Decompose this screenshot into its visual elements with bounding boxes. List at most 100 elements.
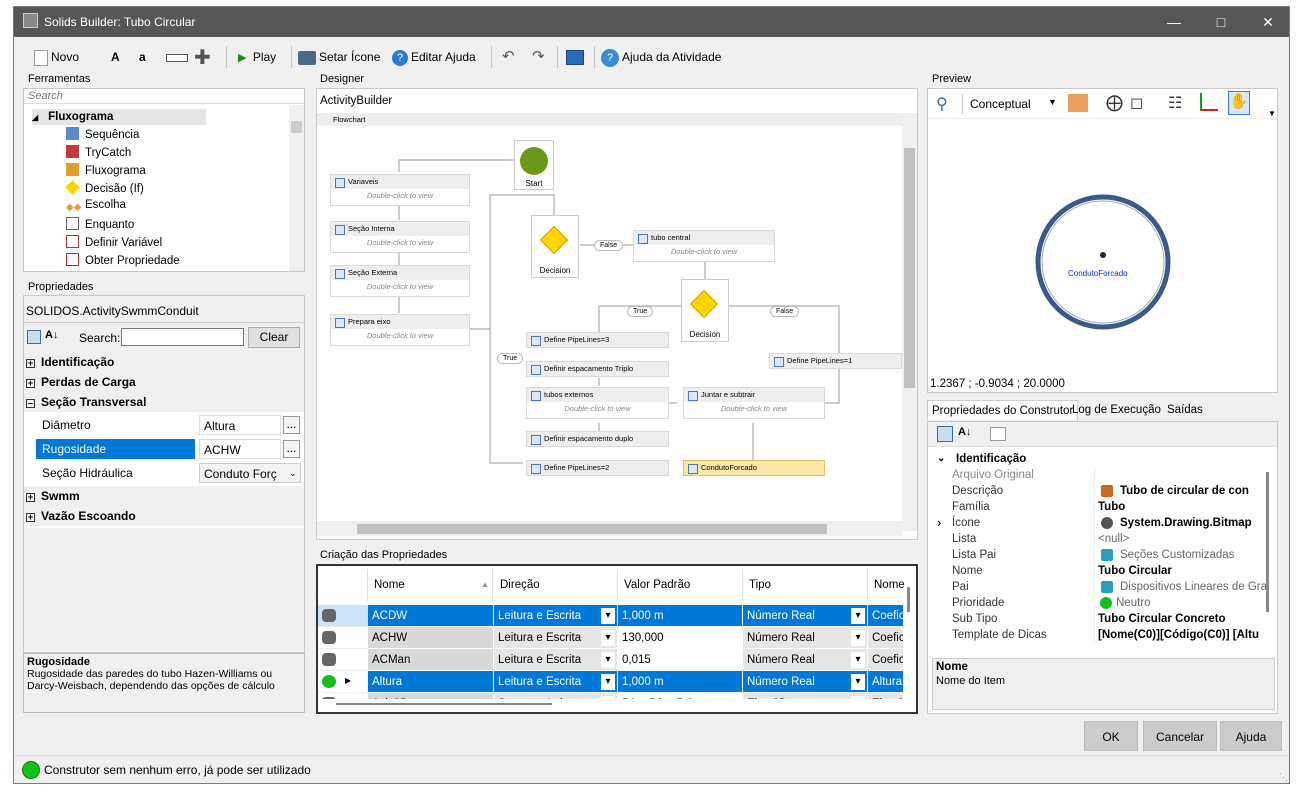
ferramentas-search-input[interactable] (24, 89, 304, 104)
construtor-row[interactable]: › Ícone System.Drawing.Bitmap (928, 515, 1277, 531)
node-define3[interactable]: Define PipeLines=3 (526, 332, 669, 348)
node-prepara-eixo[interactable]: Prepara eixo Double-click to view (330, 314, 470, 346)
cell-nome[interactable]: Axis2D (368, 693, 494, 699)
construtor-row[interactable]: Lista <null> (928, 531, 1277, 547)
criacao-hscrollbar[interactable] (336, 703, 552, 705)
rugosidade-value[interactable]: ACHW (199, 439, 281, 459)
tree-item-sequencia[interactable]: Sequência (66, 127, 139, 141)
construtor-row[interactable]: Template de Dicas [Nome(C0)][Código(C0)] … (928, 627, 1277, 643)
tree-item-enquanto[interactable]: Enquanto (66, 217, 134, 231)
node-def-triplo[interactable]: Definir espacamento Triplo (526, 361, 669, 377)
cell-tipo[interactable]: Número Real (743, 627, 868, 649)
construtor-row[interactable]: Arquivo Original (928, 467, 1277, 483)
dropdown-arrow-icon[interactable]: ▼ (1048, 97, 1057, 107)
designer-vscrollbar[interactable] (902, 113, 917, 531)
node-secao-externa[interactable]: Seção Externa Double-click to view (330, 265, 470, 297)
tree-item-definir-variavel[interactable]: Definir Variável (66, 235, 162, 249)
prop-row-secao-hidraulica[interactable]: Seção Hidráulica Conduto Forç ⌄ (24, 463, 304, 483)
projection-icon[interactable]: ☷ (1168, 93, 1182, 113)
tree-item-escolha[interactable]: ◆◆ Escolha (66, 199, 126, 215)
dropdown-arrow-icon[interactable]: ▾ (601, 696, 615, 699)
cell-tipo[interactable]: Número Real (743, 605, 868, 627)
construtor-row[interactable]: Nome Tubo Circular (928, 563, 1277, 579)
criacao-vscrollbar[interactable] (904, 569, 914, 709)
cell-dir[interactable]: Leitura e Escrita (494, 605, 618, 627)
header-nome[interactable]: Nome (368, 569, 493, 601)
a-lower-button[interactable]: a (139, 47, 146, 67)
node-define1[interactable]: Define PipeLines=1 (769, 353, 902, 369)
undo-icon[interactable]: ↶ (502, 47, 515, 67)
dropdown-arrow-icon[interactable]: ▾ (601, 674, 615, 690)
header-direcao[interactable]: Direção (494, 569, 618, 601)
cell-extra[interactable]: Coefic (868, 627, 904, 649)
secao-hidraulica-select[interactable]: Conduto Forç (199, 463, 301, 483)
sort-az-icon[interactable]: A↓ (45, 329, 58, 341)
propriedades-search-input[interactable] (121, 328, 244, 346)
pan-hand-icon[interactable]: ✋ (1228, 91, 1250, 115)
cell-dir[interactable]: Somente Leitura (494, 693, 618, 699)
dropdown-arrow-icon[interactable]: ▾ (601, 630, 615, 646)
construtor-row[interactable]: Lista Pai Seções Customizadas (928, 547, 1277, 563)
group-identificacao[interactable]: + Identificação (24, 352, 304, 372)
group-swmm[interactable]: + Swmm (24, 486, 304, 506)
prop-row-diametro[interactable]: Diâmetro Altura... (24, 415, 304, 435)
tab-log-execucao[interactable]: Log de Execução (1068, 400, 1165, 420)
cancelar-button[interactable]: Cancelar (1143, 721, 1217, 751)
maximize-button[interactable]: □ (1198, 7, 1244, 37)
sort-az-icon[interactable]: A↓ (958, 426, 971, 438)
tab-propriedades-construtor[interactable]: Propriedades do Construtor (927, 400, 1079, 420)
node-variaveis[interactable]: Variaveis Double-click to view (330, 174, 470, 206)
group-vazao-escoando[interactable]: + Vazão Escoando (24, 506, 304, 526)
header-valor-padrao[interactable]: Valor Padrão (618, 569, 743, 601)
cell-valor[interactable]: 0,015 (618, 649, 743, 671)
start-node[interactable]: Start (514, 140, 554, 190)
cell-dir[interactable]: Leitura e Escrita (494, 649, 618, 671)
ajuda-button[interactable]: Ajuda (1220, 721, 1282, 751)
construtor-group[interactable]: ⌄ Identificação (928, 451, 1277, 467)
node-tubos-externos[interactable]: tubos externos Double-click to view (526, 387, 669, 419)
axes-icon[interactable] (1200, 93, 1218, 111)
cell-dir[interactable]: Leitura e Escrita (494, 671, 618, 693)
expand-chevron-icon[interactable]: › (937, 515, 941, 531)
a-upper-button[interactable]: A (111, 47, 120, 67)
cell-tipo[interactable]: Número Real (743, 649, 868, 671)
editar-ajuda-button[interactable]: ? Editar Ajuda (392, 47, 476, 67)
categorized-icon[interactable] (27, 330, 41, 344)
ajuda-atividade-button[interactable]: ? Ajuda da Atividade (601, 47, 721, 67)
cell-extra[interactable]: Eixo 2 (868, 693, 904, 699)
tree-item-trycatch[interactable]: TryCatch (66, 145, 131, 159)
redo-icon[interactable]: ↷ (532, 47, 545, 67)
dropdown-arrow-icon[interactable]: ▾ (601, 652, 615, 668)
construtor-scrollbar[interactable] (1266, 472, 1269, 612)
ok-button[interactable]: OK (1084, 721, 1138, 751)
node-conduto-forcado[interactable]: CondutoForcado (683, 460, 825, 476)
tree-group-fluxograma[interactable]: ◢ Fluxograma (32, 109, 206, 125)
dropdown-arrow-icon[interactable]: ▾ (851, 696, 865, 699)
dropdown-arrow-icon[interactable]: ▾ (851, 674, 865, 690)
cell-extra[interactable]: Coefic (868, 649, 904, 671)
novo-button[interactable]: Novo (34, 47, 79, 67)
dropdown-arrow-icon[interactable]: ▾ (851, 608, 865, 624)
tab-saidas[interactable]: Saídas (1163, 400, 1207, 420)
minus-button[interactable] (166, 47, 191, 67)
grid-row[interactable]: ACDW Leitura e Escrita ▾ 1,000 m Número Real… (318, 605, 904, 627)
node-define2[interactable]: Define PipeLines=2 (526, 460, 669, 476)
designer-hscrollbar[interactable] (317, 521, 902, 536)
dropdown-arrow-icon[interactable]: ▾ (601, 608, 615, 624)
clear-button[interactable]: Clear (248, 327, 300, 348)
cell-extra[interactable]: Altura (868, 671, 904, 693)
play-button[interactable]: ▶ Play (238, 47, 276, 67)
tree-item-fluxograma[interactable]: Fluxograma (66, 163, 146, 177)
construtor-row[interactable]: Sub Tipo Tubo Circular Concreto (928, 611, 1277, 627)
toolbar-overflow-icon[interactable]: ▼ (1268, 109, 1276, 118)
group-secao-transversal[interactable]: – Seção Transversal (24, 392, 304, 412)
resize-grip-icon[interactable]: ⋱ (1279, 772, 1288, 783)
cell-valor[interactable]: P1 + P2 + P 0 (618, 693, 743, 699)
cell-valor[interactable]: 1,000 m (618, 605, 743, 627)
visual-style-select[interactable]: Conceptual (970, 97, 1031, 111)
construtor-row[interactable]: Descrição Tubo de circular de con (928, 483, 1277, 499)
decision-node-2[interactable]: Decision (681, 279, 729, 342)
plus-button[interactable]: ✚ (194, 47, 214, 68)
window-view-button[interactable] (566, 47, 587, 67)
cell-nome[interactable]: ACHW (368, 627, 494, 649)
